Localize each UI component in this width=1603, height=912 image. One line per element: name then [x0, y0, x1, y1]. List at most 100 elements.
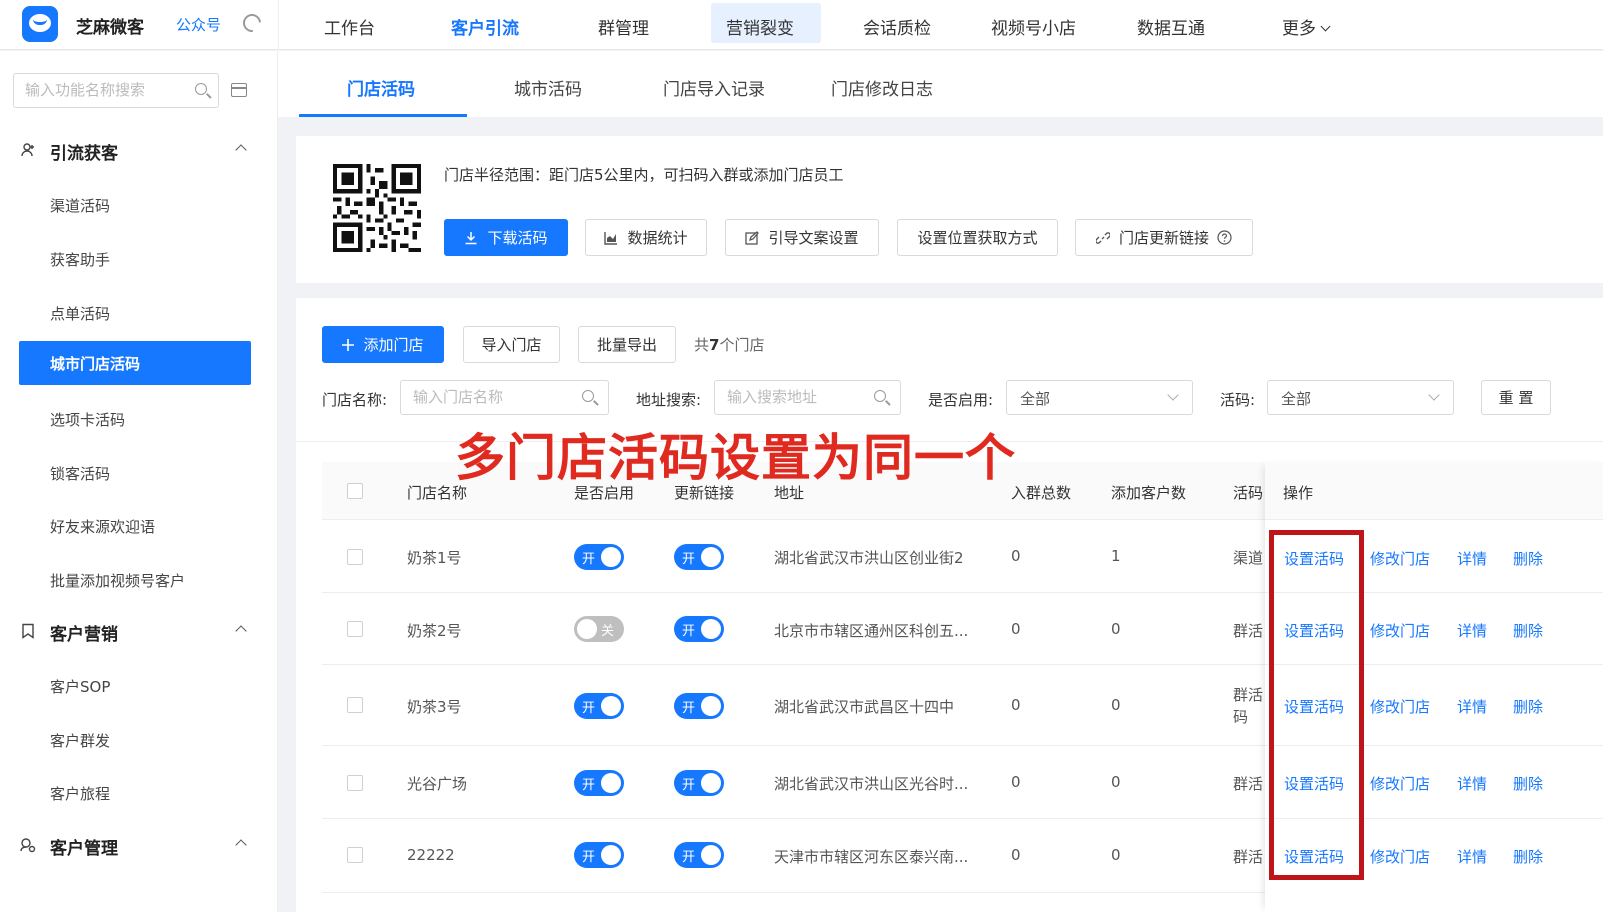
- edit-store-link[interactable]: 修改门店: [1370, 696, 1430, 717]
- details-link[interactable]: 详情: [1457, 696, 1487, 717]
- group-customer-marketing[interactable]: 客户营销: [0, 617, 278, 647]
- sidebar-item-customer-journey[interactable]: 客户旅程: [50, 783, 110, 804]
- sidebar-item-channel-code[interactable]: 渠道活码: [50, 195, 110, 216]
- edit-store-link[interactable]: 修改门店: [1370, 620, 1430, 641]
- data-stats-button[interactable]: 数据统计: [585, 219, 707, 256]
- delete-link[interactable]: 删除: [1513, 620, 1543, 641]
- enabled-toggle[interactable]: 开: [574, 693, 624, 719]
- enabled-toggle[interactable]: 开: [574, 544, 624, 570]
- sidebar-item-customer-broadcast[interactable]: 客户群发: [50, 730, 110, 751]
- search-icon[interactable]: [195, 83, 207, 95]
- bookmark-icon: [22, 623, 34, 639]
- address-cell: 湖北省武汉市武昌区十四中: [774, 698, 955, 716]
- enabled-toggle[interactable]: 关: [574, 616, 624, 642]
- chevron-down-icon: [1320, 21, 1331, 32]
- nav-workbench[interactable]: 工作台: [324, 14, 375, 39]
- sidebar-item-acquisition-assistant[interactable]: 获客助手: [50, 249, 110, 270]
- details-link[interactable]: 详情: [1457, 620, 1487, 641]
- details-link[interactable]: 详情: [1457, 548, 1487, 569]
- nav-customer-acquisition[interactable]: 客户引流: [451, 14, 519, 39]
- code-cell: 群活 码: [1233, 686, 1264, 726]
- tab-city-code[interactable]: 城市活码: [514, 75, 582, 100]
- sidebar: 引流获客 渠道活码 获客助手 点单活码 城市门店活码 选项卡活码 锁客活码 好友…: [0, 51, 278, 912]
- delete-link[interactable]: 删除: [1513, 696, 1543, 717]
- store-update-link-button[interactable]: 门店更新链接: [1075, 219, 1253, 256]
- account-switch-link[interactable]: 公众号: [176, 14, 221, 35]
- group-total-cell: 0: [1011, 773, 1021, 791]
- store-count-number: 7: [709, 336, 720, 354]
- search-icon[interactable]: [582, 390, 594, 402]
- store-name-filter[interactable]: [400, 380, 609, 415]
- enabled-toggle[interactable]: 开: [574, 842, 624, 868]
- address-input[interactable]: [727, 381, 867, 412]
- app-name: 芝麻微客: [76, 18, 144, 38]
- tab-store-change-log[interactable]: 门店修改日志: [831, 75, 933, 100]
- address-filter[interactable]: [714, 380, 901, 415]
- download-code-label: 下载活码: [487, 229, 548, 247]
- sidebar-item-city-store-code[interactable]: 城市门店活码: [19, 341, 251, 385]
- row-checkbox[interactable]: [347, 847, 363, 863]
- group-customer-management[interactable]: 客户管理: [0, 831, 278, 861]
- sidebar-item-lock-code[interactable]: 锁客活码: [50, 463, 110, 484]
- col-code: 活码: [1233, 484, 1264, 502]
- group-lead-acquisition[interactable]: 引流获客: [0, 136, 278, 166]
- select-all-checkbox[interactable]: [347, 483, 363, 499]
- store-name-cell: 奶茶3号: [407, 698, 462, 716]
- sidebar-item-customer-sop[interactable]: 客户SOP: [50, 676, 110, 697]
- enabled-select[interactable]: 全部: [1006, 380, 1193, 415]
- sidebar-item-tab-code[interactable]: 选项卡活码: [50, 409, 125, 430]
- code-cell: 群活: [1233, 622, 1264, 640]
- nav-video-shop[interactable]: 视频号小店: [991, 14, 1076, 39]
- toggle-label: 开: [582, 778, 596, 793]
- search-icon[interactable]: [874, 390, 886, 402]
- store-name-input[interactable]: [413, 381, 563, 412]
- delete-link[interactable]: 删除: [1513, 773, 1543, 794]
- code-select[interactable]: 全部: [1267, 380, 1454, 415]
- chevron-up-icon: [235, 144, 247, 156]
- nav-more[interactable]: 更多: [1282, 14, 1331, 39]
- row-checkbox[interactable]: [347, 775, 363, 791]
- details-link[interactable]: 详情: [1457, 846, 1487, 867]
- enabled-toggle[interactable]: 开: [574, 770, 624, 796]
- address-cell: 湖北省武汉市洪山区光谷时...: [774, 775, 969, 793]
- dark-mode-moon-icon[interactable]: [239, 10, 265, 36]
- row-checkbox[interactable]: [347, 549, 363, 565]
- group-total-cell: 0: [1011, 696, 1021, 714]
- location-method-button[interactable]: 设置位置获取方式: [897, 219, 1058, 256]
- collapse-menu-icon[interactable]: [231, 83, 247, 97]
- row-checkbox[interactable]: [347, 621, 363, 637]
- details-link[interactable]: 详情: [1457, 773, 1487, 794]
- tab-store-code[interactable]: 门店活码: [347, 75, 415, 100]
- reset-button[interactable]: 重 置: [1481, 380, 1551, 415]
- edit-store-link[interactable]: 修改门店: [1370, 773, 1430, 794]
- update-link-toggle[interactable]: 开: [674, 770, 724, 796]
- update-link-toggle[interactable]: 开: [674, 616, 724, 642]
- delete-link[interactable]: 删除: [1513, 846, 1543, 867]
- tab-store-import-log[interactable]: 门店导入记录: [663, 75, 765, 100]
- update-link-toggle[interactable]: 开: [674, 693, 724, 719]
- sidebar-item-welcome-message[interactable]: 好友来源欢迎语: [50, 516, 155, 537]
- batch-export-button[interactable]: 批量导出: [578, 326, 676, 363]
- import-store-button[interactable]: 导入门店: [463, 326, 560, 363]
- add-store-button[interactable]: 添加门店: [322, 326, 444, 363]
- edit-store-link[interactable]: 修改门店: [1370, 548, 1430, 569]
- sidebar-search-input[interactable]: [25, 74, 190, 105]
- nav-group-management[interactable]: 群管理: [598, 14, 649, 39]
- group-label: 引流获客: [50, 144, 118, 164]
- edit-store-link[interactable]: 修改门店: [1370, 846, 1430, 867]
- delete-link[interactable]: 删除: [1513, 548, 1543, 569]
- sidebar-search[interactable]: [13, 73, 219, 108]
- download-code-button[interactable]: 下载活码: [444, 219, 568, 256]
- help-circle-icon[interactable]: [1217, 230, 1232, 245]
- app-logo-icon[interactable]: [22, 6, 58, 42]
- update-link-toggle[interactable]: 开: [674, 544, 724, 570]
- sidebar-item-order-code[interactable]: 点单活码: [50, 303, 110, 324]
- nav-more-label: 更多: [1282, 19, 1316, 39]
- nav-marketing-fission[interactable]: 营销裂变: [726, 14, 794, 39]
- sidebar-item-batch-add-video-customers[interactable]: 批量添加视频号客户: [50, 570, 185, 591]
- nav-session-qc[interactable]: 会话质检: [863, 14, 931, 39]
- row-checkbox[interactable]: [347, 697, 363, 713]
- nav-data-interop[interactable]: 数据互通: [1137, 14, 1205, 39]
- update-link-toggle[interactable]: 开: [674, 842, 724, 868]
- guide-text-settings-button[interactable]: 引导文案设置: [725, 219, 879, 256]
